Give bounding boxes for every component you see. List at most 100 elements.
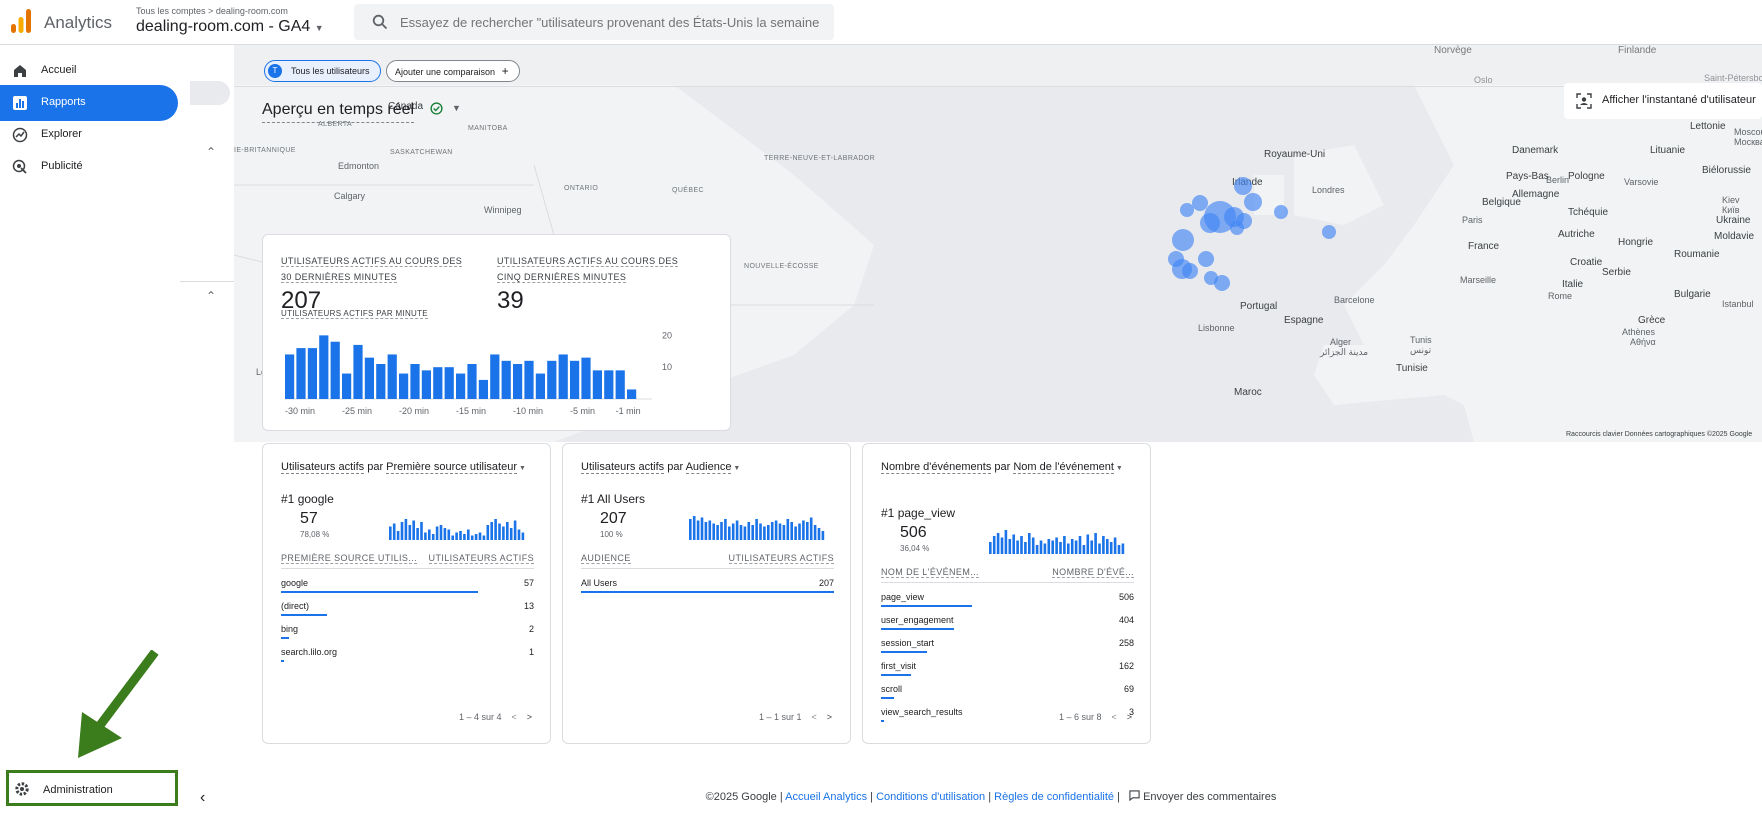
card-col2[interactable]: UTILISATEURS ACTIFS [728,553,834,564]
map-bubble[interactable] [1244,193,1262,211]
table-row[interactable]: page_view 506 [881,586,1134,608]
card-col2[interactable]: NOMBRE D'ÉVÉ... [1052,567,1134,578]
map-bubble[interactable] [1172,229,1194,251]
map-bubble[interactable] [1198,251,1214,267]
card-title[interactable]: Utilisateurs actifs par Première source … [281,460,536,476]
chart-bar[interactable] [490,354,500,399]
secondary-nav-selected[interactable] [190,81,230,105]
card-dimension[interactable]: Nom de l'événement [1013,461,1114,474]
footer-link-home[interactable]: Accueil Analytics [785,791,867,803]
chart-bar[interactable] [330,341,340,399]
chart-bar[interactable] [535,373,545,399]
card-title[interactable]: Utilisateurs actifs par Audience ▼ [581,460,836,476]
search-input[interactable] [400,4,820,40]
table-row[interactable]: All Users 207 [581,572,834,594]
chart-bar[interactable] [319,335,329,399]
chart-bar[interactable] [513,364,523,399]
caret-down-icon[interactable]: ▼ [517,465,526,472]
table-row[interactable]: bing 2 [281,618,534,640]
nav-item-home[interactable]: Accueil [0,53,178,89]
card-metric[interactable]: Utilisateurs actifs [581,461,665,474]
chart-bar[interactable] [592,370,602,399]
chart-bar[interactable] [410,364,420,399]
card-title[interactable]: Nombre d'événements par Nom de l'événeme… [881,460,1136,476]
chart-bar[interactable] [558,354,568,399]
chart-bar[interactable] [421,370,431,399]
chart-bar[interactable] [399,373,409,399]
chart-bar[interactable] [615,370,625,399]
nav-item-advertising[interactable]: Publicité [0,149,178,185]
caret-down-icon[interactable]: ▼ [731,465,740,472]
card-col1[interactable]: AUDIENCE [581,553,631,564]
chip-all-users[interactable]: T Tous les utilisateurs [264,60,381,82]
prev-page-icon[interactable]: < [511,712,516,722]
chart-bar[interactable] [581,357,591,399]
map-bubble[interactable] [1322,225,1336,239]
collapse-nav-button[interactable]: ‹ [200,789,205,807]
table-row[interactable]: google 57 [281,572,534,594]
chart-bar[interactable] [456,373,466,399]
chart-bar[interactable] [285,354,295,399]
card-metric[interactable]: Nombre d'événements [881,461,992,474]
chart-bar[interactable] [467,364,477,399]
chart-bar[interactable] [376,364,386,399]
table-row[interactable]: (direct) 13 [281,595,534,617]
chevron-up-icon[interactable]: ⌃ [206,145,216,159]
chart-bar[interactable] [433,367,443,399]
per-minute-chart[interactable]: 20 10 -30 min -25 min -20 min -15 min -10 min -… [281,329,713,419]
chevron-up-icon[interactable]: ⌃ [206,289,216,303]
card-metric[interactable]: Utilisateurs actifs [281,461,365,474]
card-dimension[interactable]: Audience [685,461,732,474]
chart-bar[interactable] [478,379,488,399]
nav-item-explore[interactable]: Explorer [0,117,178,153]
table-row[interactable]: user_engagement 404 [881,609,1134,631]
table-row[interactable]: search.lilo.org 1 [281,641,534,663]
breadcrumb[interactable]: Tous les comptes > dealing-room.com [136,6,288,16]
map-bubble[interactable] [1214,275,1230,291]
map-attribution[interactable]: Raccourcis clavier Données cartographiqu… [1566,431,1752,438]
card-col1[interactable]: PREMIÈRE SOURCE UTILIS... [281,553,418,564]
next-page-icon[interactable]: > [1127,712,1132,722]
map-bubble[interactable] [1230,221,1244,235]
chart-bar[interactable] [570,360,580,399]
chart-bar[interactable] [604,370,614,399]
chart-bar[interactable] [307,348,317,399]
chart-bar[interactable] [364,357,374,399]
breadcrumb-all-accounts[interactable]: Tous les comptes [136,6,206,16]
table-row[interactable]: scroll 69 [881,678,1134,700]
map-bubble[interactable] [1182,263,1198,279]
admin-button[interactable]: Administration [6,770,178,806]
caret-down-icon[interactable]: ▼ [452,103,461,113]
chart-bar[interactable] [387,354,397,399]
footer-link-terms[interactable]: Conditions d'utilisation [876,791,985,803]
add-comparison-button[interactable]: Ajouter une comparaison + [386,60,520,82]
prev-page-icon[interactable]: < [1111,712,1116,722]
card-dimension[interactable]: Première source utilisateur [386,461,518,474]
caret-down-icon[interactable]: ▼ [1114,465,1123,472]
footer-link-privacy[interactable]: Règles de confidentialité [994,791,1114,803]
prev-page-icon[interactable]: < [811,712,816,722]
card-col2[interactable]: UTILISATEURS ACTIFS [428,553,534,564]
nav-item-reports[interactable]: Rapports [0,85,178,121]
breadcrumb-account[interactable]: dealing-room.com [216,6,288,16]
property-selector[interactable]: dealing-room.com - GA4 ▼ [136,18,324,36]
next-page-icon[interactable]: > [527,712,532,722]
user-snapshot-button[interactable]: Afficher l'instantané d'utilisateur [1564,83,1762,119]
map-bubble[interactable] [1234,177,1252,195]
chart-bar[interactable] [547,360,557,399]
chart-bar[interactable] [353,344,363,399]
map-bubble[interactable] [1274,205,1288,219]
chart-bar[interactable] [524,360,534,399]
chart-bar[interactable] [627,389,637,399]
table-row[interactable]: session_start 258 [881,632,1134,654]
card-col1[interactable]: NOM DE L'ÉVÉNEM... [881,567,979,578]
chart-bar[interactable] [444,367,454,399]
next-page-icon[interactable]: > [827,712,832,722]
chart-bar[interactable] [501,360,511,399]
feedback-button[interactable]: Envoyer des commentaires [1129,790,1276,803]
chart-bar[interactable] [342,373,352,399]
search-box[interactable] [354,4,834,40]
analytics-logo[interactable] [10,8,32,34]
chart-bar[interactable] [296,348,306,399]
table-row[interactable]: first_visit 162 [881,655,1134,677]
